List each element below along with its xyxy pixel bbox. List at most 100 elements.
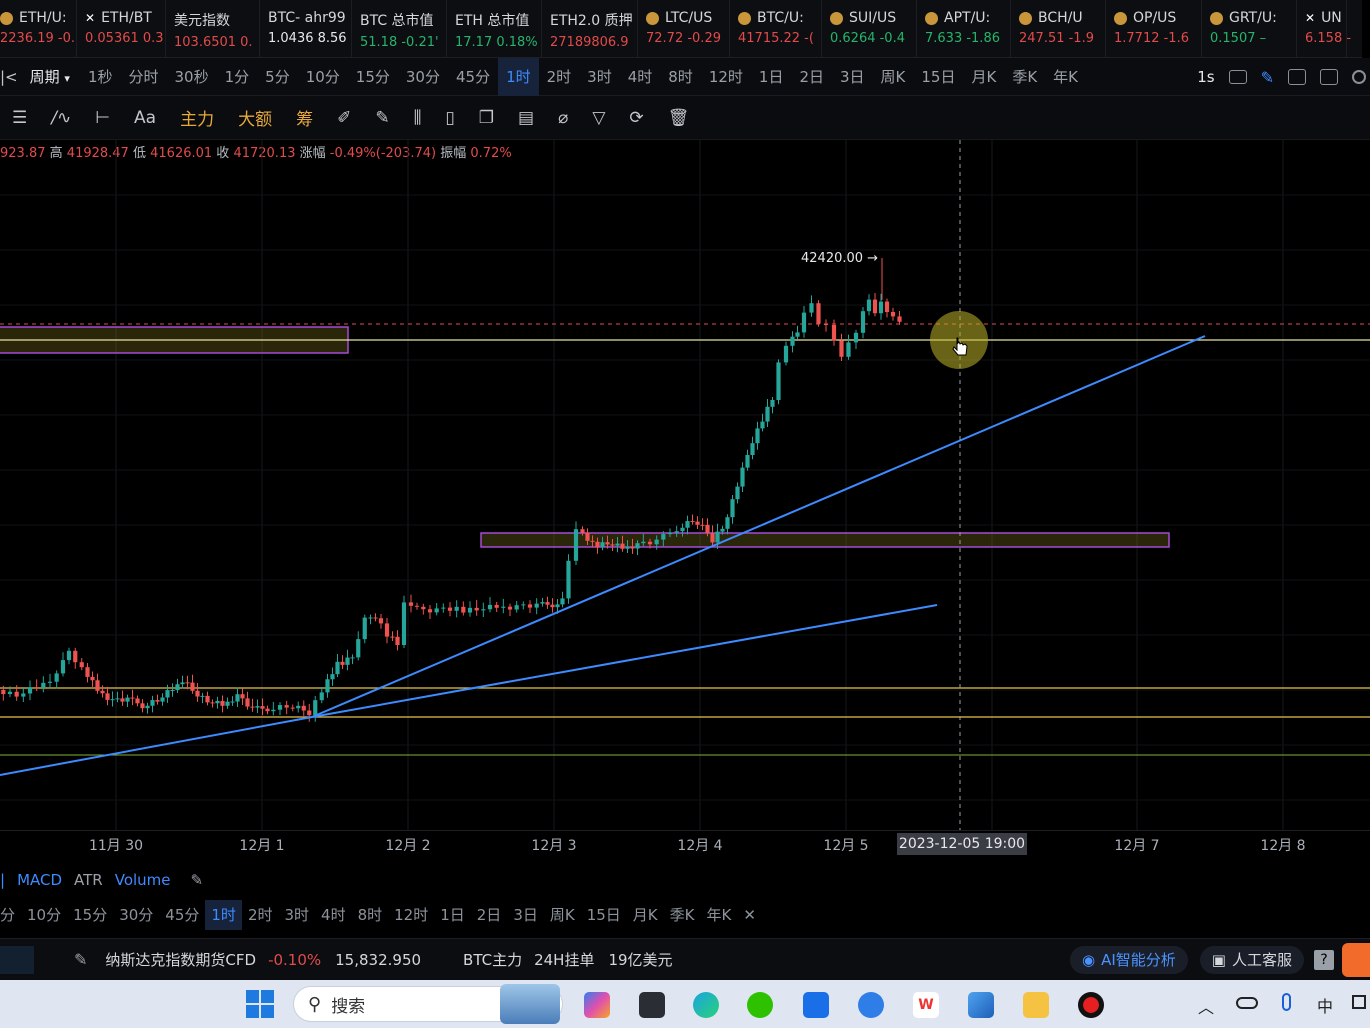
period-option-secondary[interactable]: 10分 [21,900,67,930]
castle-app-icon[interactable] [500,984,560,1024]
period-option[interactable]: 4时 [620,58,661,96]
period-option-secondary[interactable]: 1日 [434,900,471,930]
refresh-icon[interactable]: ⟳ [617,96,655,140]
main-force-button[interactable]: 主力 [168,96,226,140]
wechat-icon[interactable] [747,992,773,1018]
camera-icon[interactable] [1228,70,1247,84]
ticker-item[interactable]: ✕ ETH/BT 0.05361 0.3 [77,0,166,57]
ticker-item[interactable]: ETH/U: 2236.19 -0. [0,0,77,57]
period-option[interactable]: 30分 [398,58,448,96]
period-option-secondary[interactable]: 4时 [315,900,352,930]
copilot-icon[interactable] [584,992,610,1018]
candlestick-chart[interactable]: 42420.00 → [0,140,1370,830]
filter-icon[interactable]: ▽ [580,96,617,140]
period-option[interactable]: 15日 [913,58,963,96]
period-option[interactable]: 月K [963,58,1004,96]
ticker-item[interactable]: BCH/U 247.51 -1.9 [1011,0,1106,57]
chips-button[interactable]: 筹 [284,96,325,140]
lark-icon[interactable] [803,992,829,1018]
close-icon[interactable]: ✕ [737,900,762,930]
period-option[interactable]: 季K [1004,58,1045,96]
ticker-item[interactable]: BTC 总市值 51.18 -0.21' [352,0,447,57]
period-option[interactable]: 1时 [498,57,539,96]
period-option[interactable]: 2日 [791,58,832,96]
copy-icon[interactable]: ❐ [467,96,506,140]
period-option-secondary[interactable]: 2日 [471,900,508,930]
period-option-secondary[interactable]: 分 [0,900,21,930]
period-option[interactable]: 1日 [751,58,792,96]
brush-icon[interactable]: ✎ [363,96,401,140]
period-option[interactable]: 分时 [121,58,167,96]
side-tab[interactable] [0,945,34,974]
ticker-item[interactable]: BTC- ahr99 1.0436 8.56 [260,0,352,57]
period-option-secondary[interactable]: 月K [627,900,664,930]
period-option[interactable]: 5分 [257,58,298,96]
edit-icon[interactable]: ▤ [506,96,546,140]
task-view-icon[interactable] [639,992,665,1018]
period-option-secondary[interactable]: 15日 [581,900,627,930]
help-icon[interactable]: ? [1314,949,1334,970]
microphone-icon[interactable] [1282,993,1291,1011]
candle-type-icon[interactable]: ⫼ [402,96,434,140]
edge-icon[interactable] [693,992,719,1018]
period-option[interactable]: 周K [873,58,914,96]
feather-app-icon[interactable] [858,992,884,1018]
period-option-secondary[interactable]: 45分 [159,900,205,930]
tray-chevron-icon[interactable]: ︿ [1198,994,1214,1018]
font-button[interactable]: Aa [122,96,168,140]
period-option[interactable]: 30秒 [167,58,217,96]
layout-icon[interactable] [1320,69,1338,85]
ruler-icon[interactable]: ✐ [325,96,363,140]
record-icon[interactable] [1078,992,1104,1018]
period-option[interactable]: 15分 [348,58,398,96]
trendline-long[interactable] [0,716,313,776]
customer-service-button[interactable]: ▣ 人工客服 [1199,945,1304,974]
period-option-secondary[interactable]: 3时 [278,900,315,930]
ticker-item[interactable]: ETH 总市值 17.17 0.18% [447,0,542,57]
measure-icon[interactable]: ⊢ [83,96,122,140]
ticker-item[interactable]: 美元指数 103.6501 0. [166,0,260,57]
period-option[interactable]: 1分 [217,58,258,96]
clipboard-icon[interactable]: ▯ [433,96,466,140]
pen-icon[interactable]: ✎ [1261,68,1274,87]
period-option-secondary[interactable]: 12时 [388,900,434,930]
eraser-icon[interactable]: ⌀ [546,96,580,140]
ime-language[interactable]: 中 [1317,993,1333,1017]
period-option[interactable]: 12时 [701,58,751,96]
ticker-item[interactable]: ✕ UN 6.158 - [1297,0,1351,57]
period-option-secondary[interactable]: 年K [700,900,737,930]
large-order-button[interactable]: 大额 [226,96,284,140]
ticker-item[interactable]: LTC/US 72.72 -0.29 [638,0,730,57]
trendline-steep[interactable] [311,335,1206,718]
period-option-secondary[interactable]: 1时 [205,900,242,930]
period-option[interactable]: 45分 [448,58,498,96]
pencil-icon[interactable]: ✎ [74,950,87,969]
settings-icon[interactable] [1352,70,1366,84]
period-option[interactable]: 8时 [660,58,701,96]
period-option[interactable]: 1秒 [80,58,121,96]
tab-volume[interactable]: Volume [109,871,177,889]
period-option-secondary[interactable]: 3日 [507,900,544,930]
period-option[interactable]: 3时 [579,58,620,96]
ticker-item[interactable]: BTC/U: 41715.22 -( [730,0,822,57]
period-option[interactable]: 2时 [539,58,580,96]
indicator-icon[interactable]: /∿ [39,96,83,140]
period-option[interactable]: 10分 [298,58,348,96]
folder-icon[interactable] [1023,992,1049,1018]
ai-analysis-button[interactable]: ◉ AI智能分析 [1070,945,1188,974]
period-option-secondary[interactable]: 2时 [242,900,279,930]
ticker-item[interactable]: SUI/US 0.6264 -0.4 [822,0,917,57]
support-zone-mid[interactable] [480,532,1170,548]
period-option-secondary[interactable]: 周K [544,900,581,930]
period-option[interactable]: 3日 [832,58,873,96]
ticker-item[interactable]: GRT/U: 0.1507 – [1202,0,1297,57]
speed-button[interactable]: 1s [1197,68,1214,86]
cloud-icon[interactable] [1236,997,1258,1009]
grid-icon[interactable] [1352,995,1366,1009]
popout-icon[interactable] [1288,69,1306,85]
period-option-secondary[interactable]: 8时 [352,900,389,930]
period-option-secondary[interactable]: 30分 [113,900,159,930]
tab-atr[interactable]: ATR [68,871,109,889]
ticker-item[interactable]: ETH2.0 质押 27189806.9 [542,0,638,57]
photos-icon[interactable] [968,992,994,1018]
